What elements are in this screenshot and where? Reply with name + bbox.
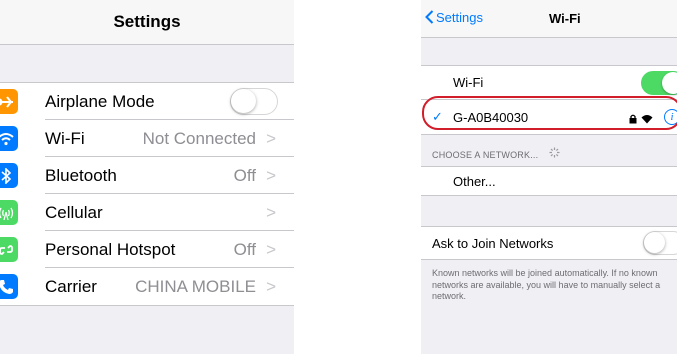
- ask-to-join-row[interactable]: Ask to Join Networks: [421, 226, 677, 260]
- wifi-toggle-row[interactable]: Wi-Fi: [421, 65, 677, 99]
- page-title: Settings: [113, 12, 181, 31]
- row-label: Cellular: [45, 202, 103, 222]
- lock-icon: [629, 111, 637, 129]
- choose-network-header: CHOOSE A NETWORK...: [421, 134, 677, 166]
- phone-icon: [0, 274, 18, 299]
- chevron-right-icon: >: [266, 239, 276, 259]
- chevron-right-icon: >: [266, 128, 276, 148]
- hotspot-icon: [0, 237, 18, 262]
- back-label: Settings: [436, 10, 483, 25]
- row-value: Off: [233, 239, 256, 259]
- footer-text-line: networks are available, you will have to…: [432, 279, 661, 290]
- row-label: Airplane Mode: [45, 91, 155, 111]
- wifi-screen: Settings Wi-Fi Wi-Fi ✓ G-A0B40030 i CHOO…: [421, 0, 677, 354]
- info-icon[interactable]: i: [664, 109, 677, 125]
- settings-nav-bar: Settings: [0, 0, 294, 45]
- wifi-label: Wi-Fi: [453, 75, 484, 90]
- settings-row-personal-hotspot[interactable]: Personal Hotspot Off >: [0, 231, 294, 268]
- settings-row-airplane-mode[interactable]: Airplane Mode: [0, 83, 294, 120]
- settings-row-wifi[interactable]: Wi-Fi Not Connected >: [0, 120, 294, 157]
- row-label: Personal Hotspot: [45, 239, 176, 259]
- ask-to-join-label: Ask to Join Networks: [432, 236, 554, 251]
- back-button[interactable]: Settings: [425, 10, 483, 25]
- row-label: Carrier: [45, 276, 97, 296]
- section-header-label: CHOOSE A NETWORK...: [432, 150, 539, 160]
- page-title: Wi-Fi: [549, 11, 581, 26]
- connected-network-row[interactable]: ✓ G-A0B40030 i: [421, 99, 677, 134]
- settings-row-carrier[interactable]: Carrier CHINA MOBILE >: [0, 268, 294, 305]
- section-gap: [0, 305, 294, 346]
- chevron-right-icon: >: [266, 202, 276, 222]
- settings-row-bluetooth[interactable]: Bluetooth Off >: [0, 157, 294, 194]
- row-label: Wi-Fi: [45, 128, 85, 148]
- row-value: CHINA MOBILE: [135, 276, 256, 296]
- row-value: Not Connected: [142, 128, 256, 148]
- cellular-icon: [0, 200, 18, 225]
- toggle-knob: [662, 72, 677, 94]
- settings-row-cellular[interactable]: Cellular >: [0, 194, 294, 231]
- wifi-nav-bar: Settings Wi-Fi: [421, 0, 677, 38]
- row-label: Bluetooth: [45, 165, 117, 185]
- airplane-mode-toggle[interactable]: [230, 88, 278, 115]
- spinner-icon: [549, 147, 560, 161]
- other-label: Other...: [453, 174, 496, 189]
- toggle-knob: [644, 232, 665, 253]
- footer-text-line: network.: [432, 291, 467, 301]
- chevron-right-icon: >: [266, 165, 276, 185]
- checkmark-icon: ✓: [432, 109, 443, 124]
- row-value: Off: [233, 165, 256, 185]
- ask-to-join-toggle[interactable]: [643, 231, 677, 255]
- airplane-icon: [0, 89, 18, 114]
- network-name: G-A0B40030: [453, 110, 529, 125]
- other-network-row[interactable]: Other...: [421, 166, 677, 196]
- settings-screen: Settings Airplane Mode Wi-Fi Not Connect…: [0, 0, 294, 354]
- section-gap: [0, 45, 294, 83]
- wifi-icon: [0, 126, 18, 151]
- toggle-knob: [231, 89, 256, 113]
- ask-to-join-footer: Known networks will be joined automatica…: [421, 260, 677, 303]
- bluetooth-icon: [0, 163, 18, 188]
- chevron-right-icon: >: [266, 276, 276, 296]
- footer-text-line: Known networks will be joined automatica…: [432, 268, 658, 278]
- wifi-signal-icon: [641, 111, 653, 129]
- chevron-left-icon: [425, 10, 434, 25]
- wifi-toggle[interactable]: [641, 71, 677, 95]
